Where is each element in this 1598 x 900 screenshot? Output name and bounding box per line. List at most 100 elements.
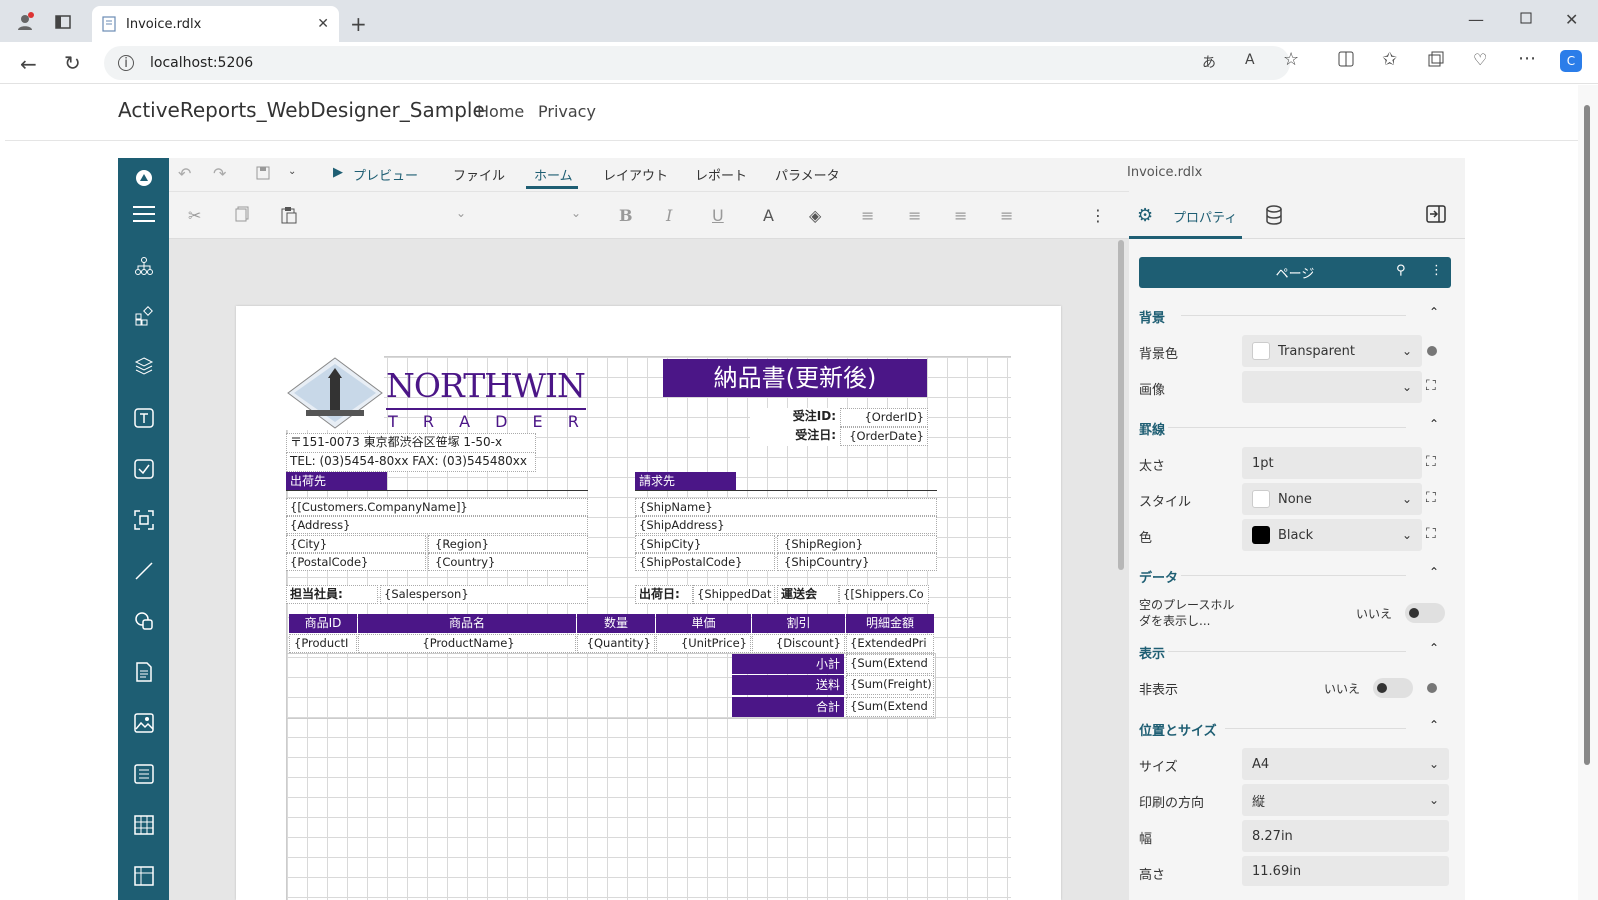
image-tool-icon[interactable] [118,703,169,743]
font-color-icon[interactable]: A [763,206,774,225]
shipper-label[interactable]: 運送会 [777,585,839,604]
page-scrollbar[interactable] [1578,85,1598,900]
align-justify-icon[interactable]: ≡ [1000,206,1013,225]
section-display[interactable]: 表示 [1139,643,1165,662]
collections-icon[interactable] [1428,51,1444,67]
favorites-icon[interactable]: ✩ [1382,49,1397,70]
richtext-tool-icon[interactable] [118,652,169,692]
total-field[interactable]: {Sum(Extend [846,697,934,717]
shipper-field[interactable]: {[Shippers.Co [839,585,929,604]
hidden-status-dot[interactable] [1427,683,1437,693]
section-data[interactable]: データ [1139,567,1178,586]
customer-postal-field[interactable]: {PostalCode} [286,553,426,571]
read-aloud-icon[interactable]: A [1245,52,1255,68]
ship-to-header[interactable]: 出荷先 [286,472,387,490]
collapse-background-icon[interactable]: ⌃ [1429,305,1439,319]
copy-icon[interactable] [235,206,249,226]
properties-tab[interactable]: プロパティ [1173,207,1237,226]
nav-home[interactable]: Home [477,102,524,121]
cell-discount[interactable]: {Discount} [752,634,845,653]
more-menu-icon[interactable]: ⋯ [1518,48,1536,69]
panel-more-icon[interactable]: ⋮ [1430,263,1443,278]
col-quantity[interactable]: 数量 [577,614,655,633]
collapse-border-icon[interactable]: ⌃ [1429,417,1439,431]
freight-field[interactable]: {Sum(Freight) [846,675,934,695]
profile-icon[interactable] [14,11,36,33]
menu-home[interactable]: ホーム [534,165,573,184]
order-date-label[interactable]: 受注日: [750,427,840,446]
order-date-field[interactable]: {OrderDate} [840,427,928,446]
ship-postal-field[interactable]: {ShipPostalCode} [635,553,775,571]
checkbox-tool-icon[interactable] [118,449,169,489]
shape-tool-icon[interactable] [118,601,169,641]
copilot-icon[interactable]: C [1560,50,1582,72]
menu-parameters[interactable]: パラメータ [775,165,840,184]
orientation-select[interactable]: 縦 ⌄ [1242,784,1449,816]
freight-label[interactable]: 送料 [732,675,844,695]
cell-product-name[interactable]: {ProductName} [358,634,576,653]
info-icon[interactable]: i [118,55,134,71]
col-extended-price[interactable]: 明細金額 [846,614,934,633]
fill-color-icon[interactable]: ◈ [809,206,821,225]
save-dropdown-icon[interactable]: ⌄ [288,166,296,177]
col-product-id[interactable]: 商品ID [289,614,357,633]
customer-address-field[interactable]: {Address} [286,516,588,534]
customer-country-field[interactable]: {Country} [428,553,588,571]
salesperson-field[interactable]: {Salesperson} [380,585,588,604]
collapse-display-icon[interactable]: ⌃ [1429,641,1439,655]
menu-report[interactable]: レポート [695,165,747,184]
back-icon[interactable]: ← [20,52,37,76]
italic-icon[interactable]: I [666,206,672,225]
expand-icon[interactable]: ⛶ [1426,378,1436,394]
line-tool-icon[interactable] [118,551,169,591]
textbox-tool-icon[interactable] [118,398,169,438]
bg-color-status-dot[interactable] [1427,346,1437,356]
subtotal-field[interactable]: {Sum(Extend [846,654,934,674]
browser-tab[interactable]: Invoice.rdlx ✕ [92,6,339,42]
image-select[interactable]: ⌄ [1242,371,1422,403]
collapse-data-icon[interactable]: ⌃ [1429,565,1439,579]
company-phone[interactable]: TEL: (03)5454-80xx FAX: (03)545480xx [286,452,536,472]
play-icon[interactable]: ▶ [333,165,343,180]
align-left-icon[interactable]: ≡ [861,206,874,225]
align-center-icon[interactable]: ≡ [908,206,921,225]
align-right-icon[interactable]: ≡ [954,206,967,225]
total-label[interactable]: 合計 [732,697,844,717]
site-brand[interactable]: ActiveReports_WebDesigner_Sample [118,98,485,122]
hidden-toggle[interactable] [1373,678,1413,698]
components-icon[interactable] [118,296,169,336]
customer-city-field[interactable]: {City} [286,535,426,553]
col-product-name[interactable]: 商品名 [358,614,576,633]
ship-city-field[interactable]: {ShipCity} [635,535,775,553]
expand-icon[interactable]: ⛶ [1426,454,1436,470]
customer-company-field[interactable]: {[Customers.CompanyName]} [286,498,588,516]
redo-icon[interactable]: ↷ [213,164,226,183]
order-id-field[interactable]: {OrderID} [840,408,928,427]
maximize-icon[interactable] [1520,12,1532,24]
subtotal-label[interactable]: 小計 [732,654,844,674]
split-screen-icon[interactable] [1338,51,1354,67]
expand-icon[interactable]: ⛶ [1426,490,1436,506]
ship-address-field[interactable]: {ShipAddress} [635,516,937,534]
list-tool-icon[interactable] [118,754,169,794]
new-tab-icon[interactable]: + [350,12,367,36]
border-width-input[interactable]: 1pt [1242,447,1422,479]
expand-icon[interactable]: ⛶ [1426,526,1436,542]
col-discount[interactable]: 割引 [752,614,845,633]
collapse-panel-icon[interactable] [1426,205,1446,223]
page-height-input[interactable]: 11.69in [1242,856,1449,886]
container-tool-icon[interactable] [118,500,169,540]
canvas-scroll-thumb[interactable] [1118,240,1124,570]
section-border[interactable]: 罫線 [1139,419,1165,438]
ship-name-field[interactable]: {ShipName} [635,498,937,516]
company-address[interactable]: 〒151-0073 東京都渋谷区笹塚 1-50-x [286,433,536,453]
shipped-date-field[interactable]: {ShippedDat [693,585,775,604]
layers-icon[interactable] [118,346,169,386]
minimize-icon[interactable]: — [1468,10,1484,29]
cell-quantity[interactable]: {Quantity} [577,634,655,653]
cell-unit-price[interactable]: {UnitPrice} [656,634,751,653]
url-field[interactable]: i localhost:5206 [104,46,1290,80]
ship-country-field[interactable]: {ShipCountry} [777,553,937,571]
menu-file[interactable]: ファイル [453,165,505,184]
save-icon[interactable] [256,166,270,180]
